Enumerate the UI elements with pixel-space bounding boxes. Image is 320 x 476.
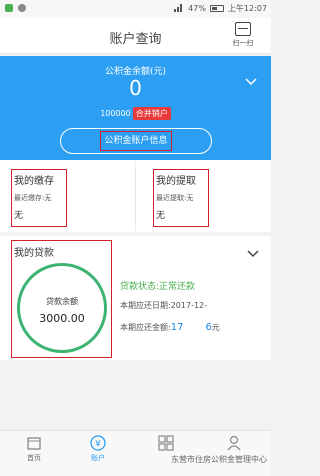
loan-balance-label: 贷款余额 <box>46 297 78 306</box>
withdraw-value: 无 <box>156 211 166 221</box>
merge-close-badge[interactable]: 合并销户 <box>132 107 171 120</box>
watermark: 东营市住房公积金管理中心 <box>171 455 267 464</box>
notification-icon <box>4 3 14 13</box>
due-date-row: 本期应还日期:2017-12- <box>120 300 207 311</box>
loan-balance-value: 3000.00 <box>39 312 85 325</box>
yuan-icon: ¥ <box>90 435 106 451</box>
loan-chevron-down-icon[interactable] <box>247 248 259 261</box>
loan-title: 我的贷款 <box>14 248 54 259</box>
tab-profile[interactable] <box>214 435 254 453</box>
battery-icon <box>209 5 224 12</box>
signal-icon <box>174 3 184 14</box>
deposit-recent: 最近缴存:无 <box>14 194 52 202</box>
account-number: 100000 <box>100 109 131 118</box>
loan-balance-ring: 贷款余额 3000.00 <box>17 263 107 353</box>
chevron-down-icon[interactable] <box>245 76 257 89</box>
account-row: 100000 合并销户 <box>0 107 271 120</box>
due-date-value: 2017-12- <box>170 301 208 310</box>
scan-button[interactable]: 扫一扫 <box>229 22 257 48</box>
bottom-tab-bar: 首页 ¥ 账户 <box>0 430 271 476</box>
due-amount-part1: 17 <box>170 322 184 333</box>
loan-status: 贷款状态:正常还款 <box>120 282 196 292</box>
deposit-card[interactable]: 我的缴存 最近缴存:无 无 <box>0 160 135 232</box>
due-date-label: 本期应还日期: <box>120 301 171 310</box>
account-info-label: 公积金账户信息 <box>100 131 172 151</box>
status-bar: 47% 上午12:07 <box>0 0 271 18</box>
fund-balance-value: 0 <box>129 76 142 100</box>
home-icon <box>26 435 42 451</box>
deposit-title: 我的缴存 <box>14 176 54 187</box>
wechat-icon <box>17 3 27 13</box>
tab-home-label: 首页 <box>27 454 41 462</box>
svg-text:¥: ¥ <box>95 440 101 450</box>
withdraw-recent: 最近提取:无 <box>156 194 194 202</box>
user-icon <box>226 435 242 451</box>
grid-icon <box>158 435 174 451</box>
withdraw-title: 我的提取 <box>156 176 196 187</box>
withdraw-card[interactable]: 我的提取 最近提取:无 无 <box>136 160 271 232</box>
due-amount-unit: 元 <box>211 323 220 332</box>
clock: 上午12:07 <box>227 4 267 13</box>
scan-icon <box>235 22 251 36</box>
due-amount-row: 本期应还金额:17 6元 <box>120 322 220 333</box>
deposit-value: 无 <box>14 211 24 221</box>
due-amount-label: 本期应还金额: <box>120 323 171 332</box>
tab-account-label: 账户 <box>91 454 105 462</box>
tab-services[interactable] <box>146 435 186 453</box>
tab-home[interactable]: 首页 <box>14 435 54 463</box>
scan-label: 扫一扫 <box>232 39 254 47</box>
app-header: 账户查询 扫一扫 <box>0 18 271 54</box>
battery-percent: 47% <box>188 4 206 13</box>
account-info-button[interactable]: 公积金账户信息 <box>60 128 212 154</box>
tab-account[interactable]: ¥ 账户 <box>78 435 118 463</box>
